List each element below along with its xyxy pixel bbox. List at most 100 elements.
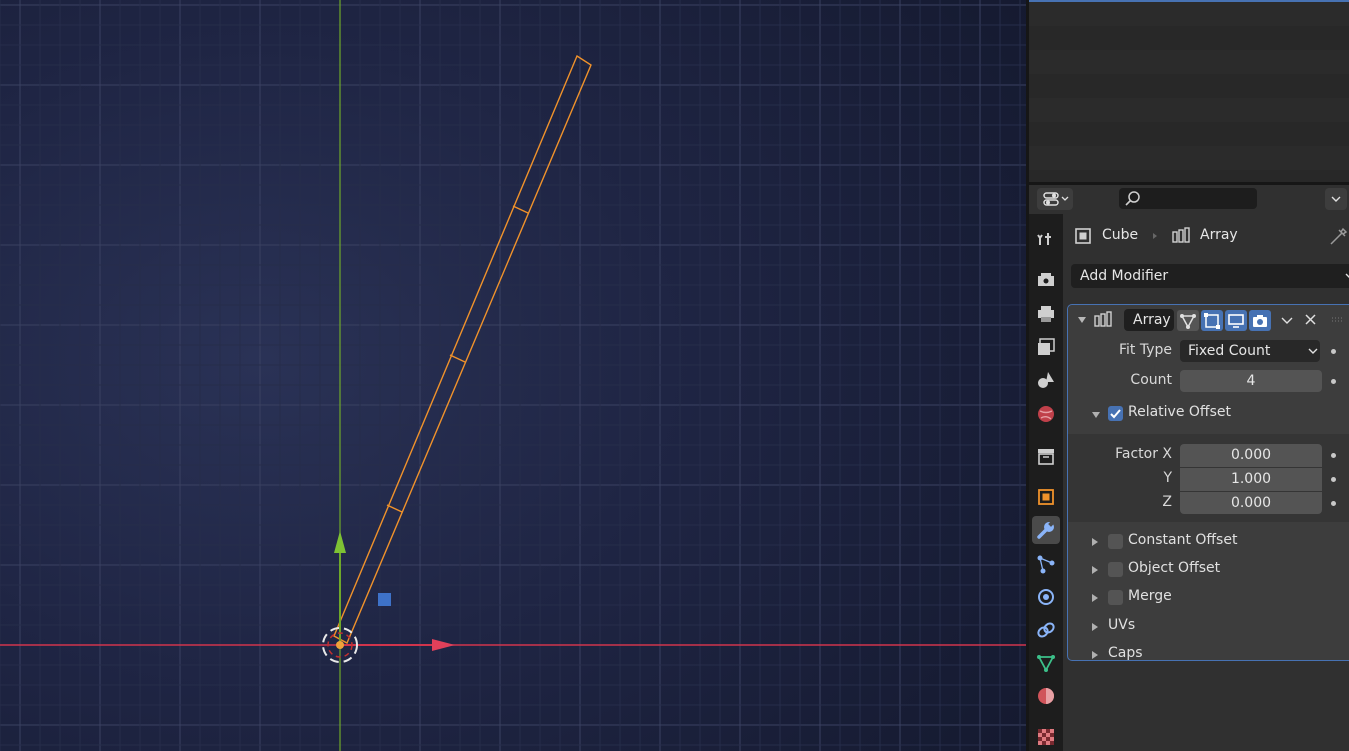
properties-options-dropdown[interactable] [1325,188,1347,210]
constant-offset-checkbox[interactable] [1108,534,1123,549]
add-modifier-dropdown[interactable]: Add Modifier [1071,264,1349,288]
object-icon [1038,489,1054,505]
close-icon[interactable] [1302,305,1320,335]
tab-particles[interactable] [1032,550,1060,578]
floor-grid [0,0,1026,751]
properties-tabs [1029,214,1063,751]
outliner-row[interactable] [1029,146,1349,170]
breadcrumb-object: Cube [1102,227,1139,243]
object-offset-checkbox[interactable] [1108,562,1123,577]
merge-label: Merge [1128,588,1172,604]
outliner[interactable] [1029,0,1349,182]
object-offset-subpanel-header[interactable]: Object Offset [1068,557,1349,585]
keyframe-dot[interactable] [1331,477,1336,482]
constant-offset-subpanel-header[interactable]: Constant Offset [1068,529,1349,557]
view-layer-icon [1038,338,1055,355]
count-field[interactable]: 4 [1180,370,1322,392]
collection-icon [1038,449,1054,465]
modifier-name-field[interactable]: Array [1124,309,1174,331]
outliner-row[interactable] [1029,50,1349,74]
outliner-row[interactable] [1029,2,1349,26]
tab-object-data[interactable] [1032,649,1060,677]
outliner-row[interactable] [1029,26,1349,50]
expand-triangle-icon [1092,651,1098,659]
expand-triangle-icon [1092,623,1098,631]
tab-render[interactable] [1032,266,1060,294]
relative-offset-body: Factor X 0.000 Y 1.000 Z 0.000 [1068,434,1349,522]
plane-handle[interactable] [378,593,391,606]
object-data-icon [1037,655,1055,672]
collapse-triangle-icon[interactable] [1075,305,1089,335]
array-modifier-icon [1094,311,1112,327]
tab-collection[interactable] [1032,442,1060,470]
particles-icon [1037,555,1055,574]
factor-z-label: Z [1162,494,1172,510]
object-offset-label: Object Offset [1128,560,1221,576]
tab-output[interactable] [1032,300,1060,328]
factor-y-label: Y [1163,470,1172,486]
y-arrow-handle[interactable] [334,531,346,553]
chevron-down-icon [1331,196,1341,202]
modifier-header[interactable]: Array [1068,305,1349,335]
tab-material[interactable] [1032,682,1060,710]
monitor-icon [1228,313,1244,328]
expand-triangle-icon [1092,538,1098,546]
tab-texture[interactable] [1032,723,1060,751]
expand-triangle-icon [1092,412,1100,418]
tab-object[interactable] [1032,483,1060,511]
outliner-row[interactable] [1029,122,1349,146]
pin-icon[interactable] [1329,226,1349,246]
editor-type-button[interactable] [1037,188,1073,210]
keyframe-dot[interactable] [1331,501,1336,506]
outliner-row[interactable] [1029,98,1349,122]
expand-triangle-icon [1092,566,1098,574]
tab-view-layer[interactable] [1032,333,1060,361]
physics-icon [1038,589,1054,605]
relative-offset-checkbox[interactable] [1108,406,1123,421]
render-toggle[interactable] [1249,310,1271,331]
factor-x-field[interactable]: 0.000 [1180,444,1322,467]
constant-offset-label: Constant Offset [1128,532,1238,548]
caps-subpanel-header[interactable]: Caps [1068,642,1349,670]
tab-constraints[interactable] [1032,616,1060,644]
outliner-row[interactable] [1029,74,1349,98]
modifier-wrench-icon [1037,520,1055,539]
3d-cursor-icon[interactable] [322,627,358,663]
count-label: Count [1130,372,1172,388]
tab-physics[interactable] [1032,583,1060,611]
properties-search-input[interactable] [1119,188,1257,209]
fit-type-label: Fit Type [1118,342,1172,358]
add-modifier-label: Add Modifier [1080,268,1169,284]
keyframe-dot[interactable] [1331,379,1336,384]
viewport-display-toggle[interactable] [1225,310,1247,331]
scene-icon [1038,372,1054,388]
texture-icon [1038,729,1054,745]
properties-header [1029,185,1349,214]
drag-handle-icon[interactable] [1330,305,1348,335]
array-modifier-panel: Array Fit Type Fixed Count Count 4 Relat… [1067,304,1349,661]
3d-viewport[interactable] [0,0,1026,751]
vertex-triangle-icon [1180,313,1196,329]
keyframe-dot[interactable] [1331,453,1336,458]
properties-panel: Cube Array Add Modifier Array Fit Type F… [1063,214,1349,751]
factor-z-field[interactable]: 0.000 [1180,492,1322,514]
tab-world[interactable] [1032,400,1060,428]
edit-mode-toggle[interactable] [1201,310,1223,331]
tab-scene[interactable] [1032,366,1060,394]
relative-offset-subpanel-header[interactable]: Relative Offset [1068,401,1349,429]
uvs-subpanel-header[interactable]: UVs [1068,614,1349,642]
factor-y-field[interactable]: 1.000 [1180,468,1322,491]
constraints-icon [1037,622,1055,638]
fit-type-dropdown[interactable]: Fixed Count [1180,340,1320,362]
merge-subpanel-header[interactable]: Merge [1068,585,1349,613]
chevron-down-icon[interactable] [1278,305,1296,335]
viewport-canvas[interactable] [0,0,1026,751]
tab-modifiers[interactable] [1032,516,1060,544]
edit-mode-cage-toggle[interactable] [1177,310,1199,331]
array-modifier-icon [1172,227,1190,243]
merge-checkbox[interactable] [1108,590,1123,605]
tab-tool[interactable] [1032,225,1060,253]
selected-array-object[interactable] [333,54,592,644]
x-arrow-handle[interactable] [432,639,455,651]
keyframe-dot[interactable] [1331,349,1336,354]
